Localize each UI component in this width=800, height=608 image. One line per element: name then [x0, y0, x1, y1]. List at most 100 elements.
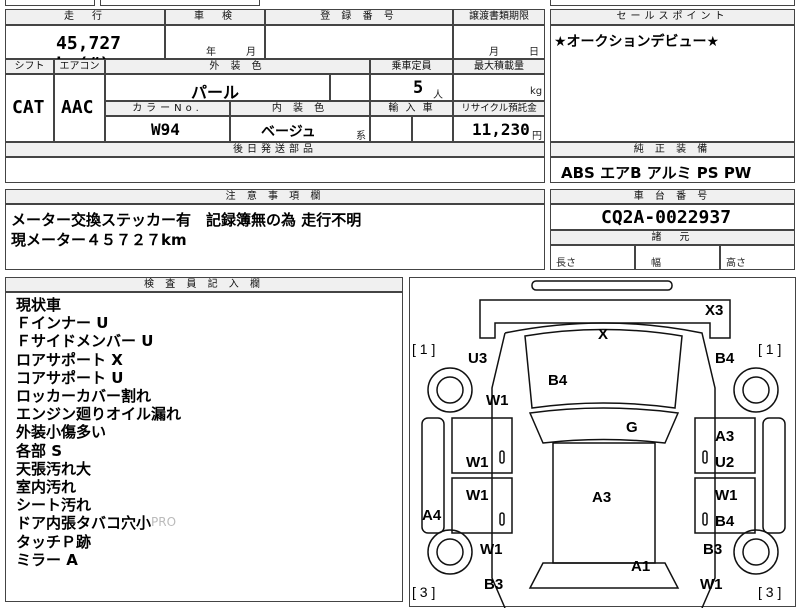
chassis-value: CQ2A-0022937 [601, 207, 732, 228]
capacity-cell: 5 人 [370, 74, 453, 101]
mark-left-sill: A4 [422, 507, 442, 524]
inspector-line: ミラー A [16, 550, 78, 569]
inspection-header: 車 検 [165, 9, 265, 25]
sales-point-text: ★オークションデビュー★ [554, 34, 720, 50]
mark-left-front: U3 [468, 350, 488, 367]
dims-height-label: 高さ [726, 258, 746, 269]
transfer-docs-header: 譲渡書類期限 [453, 9, 545, 25]
inspector-line: 各部 S [16, 441, 63, 460]
bracket-bottom-left: [ 3 ] [412, 584, 436, 600]
chassis-header: 車 台 番 号 [550, 189, 795, 204]
mark-front: X [598, 326, 609, 343]
dims-length-label: 長さ [556, 258, 576, 269]
mark-roof: A3 [592, 489, 612, 506]
transfer-month-label: 月 [489, 47, 499, 58]
interior-color-suffix: 系 [356, 131, 366, 142]
interior-color-cell: ベージュ 系 [230, 116, 370, 142]
capacity-header: 乗車定員 [370, 59, 453, 74]
mark-top-right: X3 [705, 302, 724, 319]
notes-cell: メーター交換ステッカー有 記録簿無の為 走行不明 現メーター４５７２７km [5, 204, 545, 270]
recycle-cell: 11,230 円 [453, 116, 545, 142]
shift-cell: CAT [5, 74, 54, 142]
exterior-color-header: 外 装 色 [105, 59, 370, 74]
mark-left-bottom: B3 [484, 576, 504, 593]
mark-right-door-b4: B4 [715, 513, 735, 530]
inspector-line: 室内汚れ [16, 478, 77, 496]
top-partial-strip [0, 0, 800, 8]
interior-color-header: 内 装 色 [230, 101, 370, 116]
inspection-month-label: 月 [246, 47, 256, 58]
shift-value: CAT [12, 97, 45, 118]
capacity-value: 5 [413, 78, 424, 98]
color-no-cell: W94 [105, 116, 230, 142]
registration-cell [265, 25, 453, 59]
mark-right-door-u2: U2 [715, 454, 735, 471]
later-parts-header: 後日発送部品 [5, 142, 545, 157]
max-load-cell: kg [453, 74, 545, 101]
mileage-header: 走 行 [5, 9, 165, 25]
registration-header: 登 録 番 号 [265, 9, 453, 25]
max-load-unit: kg [530, 86, 543, 97]
mark-right-front: B4 [715, 350, 735, 367]
watermark: PRO [151, 515, 177, 529]
mileage-cell: 45,727 km(#) [5, 25, 165, 75]
exterior-color-value: パール [191, 83, 240, 102]
bracket-left: [ 1 ] [412, 341, 436, 357]
max-load-header: 最大積載量 [453, 59, 545, 74]
mark-hood: B4 [548, 372, 568, 389]
inspector-cell: 現状車 Ｆインナー U Ｆサイドメンバー U ロアサポート X コアサポート U ロッカー… [5, 292, 403, 602]
aircon-header: エアコン [54, 59, 105, 74]
inspector-line: エンジン廻りオイル漏れ [16, 405, 182, 424]
dims-length-cell: 長さ [550, 245, 635, 270]
dims-width-label: 幅 [651, 258, 661, 269]
chassis-cell: CQ2A-0022937 [550, 204, 795, 230]
equipment-cell: ABS エアB アルミ PS PW [550, 157, 795, 183]
aircon-cell: AAC [54, 74, 105, 142]
bracket-right: [ 1 ] [758, 341, 782, 357]
inspector-header: 検 査 員 記 入 欄 [5, 277, 403, 292]
interior-color-value: ベージュ [261, 124, 316, 140]
color-no-header: カラーNo. [105, 101, 230, 116]
inspector-line: 外装小傷多い [16, 423, 107, 442]
dims-header: 諸 元 [550, 230, 795, 245]
inspector-line: ロアサポート X [16, 350, 123, 369]
sales-point-header: セールスポイント [550, 9, 795, 25]
later-parts-cell [5, 157, 545, 183]
mark-right-door-a3: A3 [715, 428, 735, 445]
transfer-day-label: 日 [529, 47, 539, 58]
inspector-line: 天張汚れ大 [16, 459, 92, 478]
inspector-line: ドア内張タバコ穴小 [16, 514, 152, 533]
sales-point-cell: ★オークションデビュー★ [550, 25, 795, 142]
notes-header: 注 意 事 項 欄 [5, 189, 545, 204]
transfer-docs-cell: 月 日 [453, 25, 545, 59]
color-no-value: W94 [151, 120, 180, 139]
bracket-bottom-right: [ 3 ] [758, 584, 782, 600]
mark-left-rear: W1 [480, 541, 503, 558]
recycle-header: リサイクル預託金 [453, 101, 545, 116]
mark-left-door-1: W1 [466, 454, 489, 471]
exterior-color-cell: パール [105, 74, 330, 102]
aircon-value: AAC [61, 97, 94, 118]
inspector-line: タッチＰ跡 [16, 532, 92, 551]
import-cell-a [370, 116, 412, 142]
inspector-line: Ｆサイドメンバー U [16, 332, 154, 351]
mark-right-rear: B3 [703, 541, 723, 558]
import-cell-b [412, 116, 453, 142]
equipment-header: 純 正 装 備 [550, 142, 795, 157]
recycle-unit: 円 [532, 131, 542, 142]
mark-left-fender: W1 [486, 392, 509, 409]
dims-height-cell: 高さ [720, 245, 795, 270]
mark-right-bottom: W1 [700, 576, 723, 593]
mark-right-door-2: W1 [715, 487, 738, 504]
mark-trunk: A1 [631, 558, 651, 575]
inspector-line: 現状車 [16, 296, 62, 314]
shift-header: シフト [5, 59, 54, 74]
inspection-year-label: 年 [206, 47, 216, 58]
inspector-line: Ｆインナー U [16, 314, 109, 333]
notes-line-1: メーター交換ステッカー有 記録簿無の為 走行不明 [11, 211, 362, 229]
inspector-line: コアサポート U [16, 368, 124, 387]
exterior-color-extra [330, 74, 370, 101]
mark-left-door-2: W1 [466, 487, 489, 504]
inspector-line: ロッカーカバー割れ [16, 387, 152, 405]
equipment-value: ABS エアB アルミ PS PW [561, 164, 752, 182]
